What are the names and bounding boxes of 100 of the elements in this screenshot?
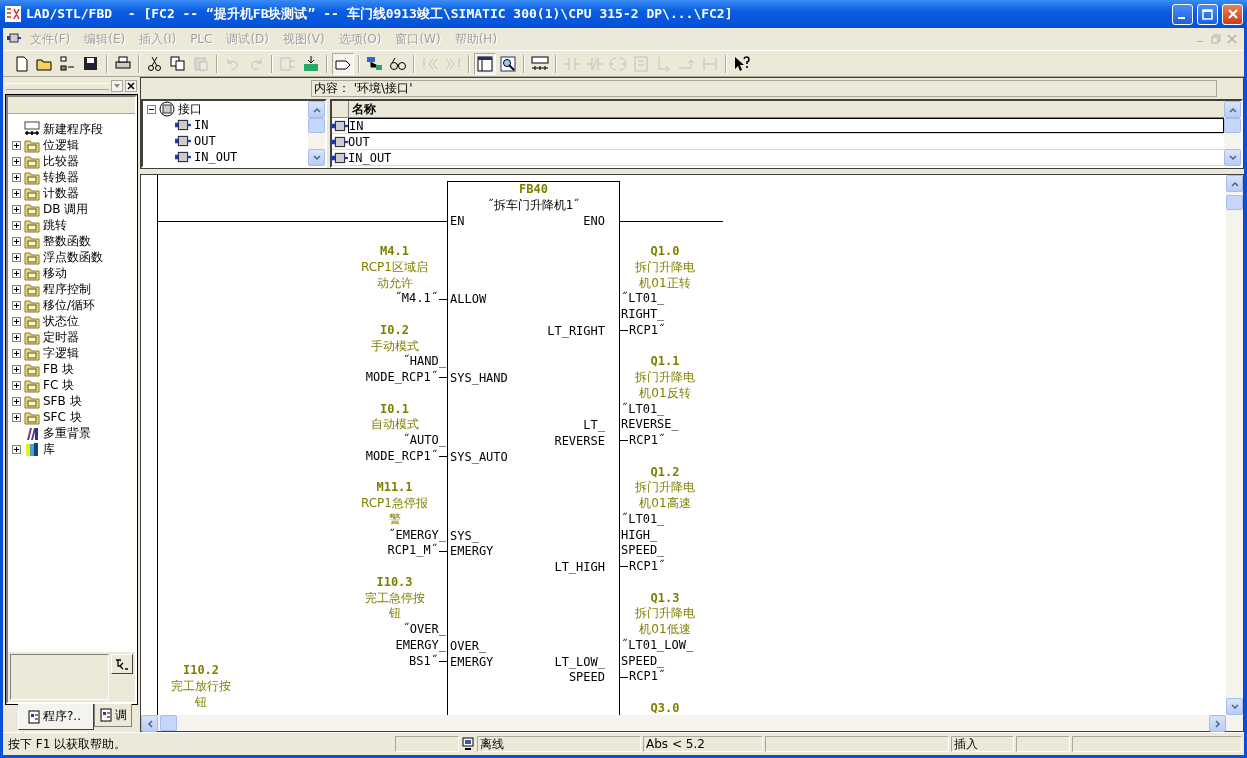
maximize-button[interactable]: [1197, 3, 1218, 25]
tree-item[interactable]: 接口: [178, 101, 202, 118]
catalog-item[interactable]: SFC 块: [43, 408, 82, 426]
expand-icon[interactable]: [12, 300, 21, 310]
expand-icon[interactable]: [12, 396, 21, 406]
close-icon: [127, 82, 135, 90]
folder-icon: [24, 185, 40, 201]
plug-icon: [175, 135, 191, 147]
folder-icon: [24, 345, 40, 361]
panel-grip[interactable]: [6, 82, 109, 90]
plug-icon: [175, 119, 191, 131]
catalog-item[interactable]: 比较器: [43, 152, 79, 170]
catalog-item[interactable]: 浮点数函数: [43, 248, 103, 266]
block-outline-icon[interactable]: [332, 52, 354, 75]
scroll-up-button[interactable]: [1226, 175, 1243, 192]
expand-icon[interactable]: [12, 140, 21, 150]
expand-icon[interactable]: [12, 188, 21, 198]
catalog-item[interactable]: FC 块: [43, 376, 75, 394]
operand-address: M11.1: [376, 480, 413, 496]
scroll-thumb[interactable]: [1224, 118, 1241, 133]
operand-symbol: EMERGY_: [395, 637, 446, 654]
expand-icon[interactable]: [12, 380, 21, 390]
catalog-item[interactable]: 转换器: [43, 168, 79, 186]
catalog-item[interactable]: 库: [43, 440, 55, 458]
collapse-icon[interactable]: [147, 104, 156, 114]
catalog-item[interactable]: 跳转: [43, 216, 67, 234]
expand-icon[interactable]: [12, 412, 21, 422]
panel-tab[interactable]: 程序?..: [18, 704, 94, 730]
plug-icon: [175, 151, 191, 163]
panel-icon[interactable]: [474, 52, 496, 75]
operand-address: I10.3: [376, 574, 413, 591]
table-cell[interactable]: OUT: [348, 134, 1224, 149]
tree-item[interactable]: IN: [194, 118, 209, 132]
table-cell[interactable]: IN: [348, 118, 1224, 133]
operand-address: Q1.3: [650, 590, 680, 607]
operand-symbol: ˝OVER_: [402, 622, 446, 638]
catalog-item[interactable]: 多重背景: [43, 424, 91, 442]
operand-address: Q3.0: [650, 700, 680, 715]
expand-icon[interactable]: [12, 364, 21, 374]
pin-label: LT_HIGH: [554, 560, 605, 576]
scroll-right-button[interactable]: [1209, 715, 1226, 732]
operand-comment: 警: [388, 511, 401, 528]
folder-icon: [24, 217, 40, 233]
scroll-down-button[interactable]: [1224, 149, 1241, 166]
expand-icon[interactable]: [12, 204, 21, 214]
expand-icon[interactable]: [12, 284, 21, 294]
expand-icon[interactable]: [12, 252, 21, 262]
operand-comment: 拆门升降电: [635, 370, 695, 386]
expand-icon[interactable]: [12, 332, 21, 342]
scroll-left-button[interactable]: [141, 715, 158, 732]
minimize-icon: [1177, 17, 1185, 19]
operand-symbol: ˝LT01_: [621, 511, 665, 528]
operand-symbol: RCP1˝: [629, 322, 666, 339]
tree-item[interactable]: OUT: [194, 134, 216, 148]
close-button[interactable]: [125, 80, 137, 92]
scroll-thumb[interactable]: [160, 715, 177, 731]
catalog-item[interactable]: 整数函数: [43, 232, 91, 250]
scroll-thumb[interactable]: [308, 118, 325, 133]
catalog-item[interactable]: 状态位: [43, 312, 79, 330]
expand-icon[interactable]: [12, 220, 21, 230]
scroll-down-button[interactable]: [1226, 698, 1243, 715]
status-insert-mode: 插入: [951, 736, 1014, 752]
operand-symbol: MODE_RCP1˝: [365, 448, 438, 465]
expand-icon[interactable]: [12, 236, 21, 246]
minimize-button[interactable]: [1172, 3, 1193, 25]
folder-icon: [24, 329, 40, 345]
pin-label: ALLOW: [450, 292, 488, 308]
catalog-item[interactable]: 程序控制: [43, 280, 91, 298]
expand-icon[interactable]: [12, 172, 21, 182]
pin-label: SYS_AUTO: [450, 449, 508, 466]
expand-icon[interactable]: [12, 348, 21, 358]
catalog-item[interactable]: 新建程序段: [43, 120, 103, 138]
operand-comment: RCP1急停报: [361, 496, 428, 512]
document-icon[interactable]: [7, 33, 23, 45]
operand-symbol: ˝M4.1˝: [394, 291, 438, 307]
scroll-up-button[interactable]: [308, 101, 325, 118]
catalog-item[interactable]: 字逻辑: [43, 344, 79, 362]
catalog-item[interactable]: FB 块: [43, 360, 74, 378]
computer-icon: [461, 737, 475, 751]
catalog-item[interactable]: 移动: [43, 264, 67, 282]
catalog-item[interactable]: 移位/循环: [43, 296, 96, 314]
catalog-item[interactable]: 定时器: [43, 328, 79, 346]
jump-button[interactable]: [111, 654, 133, 674]
tree-item[interactable]: IN_OUT: [194, 150, 238, 164]
scroll-down-button[interactable]: [308, 149, 325, 166]
catalog-item[interactable]: 位逻辑: [43, 136, 79, 154]
expand-icon[interactable]: [12, 156, 21, 166]
expand-icon[interactable]: [12, 268, 21, 278]
table-cell[interactable]: IN_OUT: [348, 150, 1224, 165]
scroll-up-button[interactable]: [1224, 101, 1241, 118]
expand-icon[interactable]: [12, 444, 21, 454]
expand-icon[interactable]: [12, 316, 21, 326]
panel-tab[interactable]: 调: [94, 704, 132, 727]
catalog-item[interactable]: DB 调用: [43, 200, 89, 218]
document-icon: [27, 709, 41, 724]
document-icon: [99, 708, 113, 722]
operand-comment: 动允许: [376, 275, 413, 291]
scroll-thumb[interactable]: [1226, 195, 1243, 210]
catalog-item[interactable]: 计数器: [43, 184, 79, 202]
catalog-item[interactable]: SFB 块: [43, 392, 82, 410]
